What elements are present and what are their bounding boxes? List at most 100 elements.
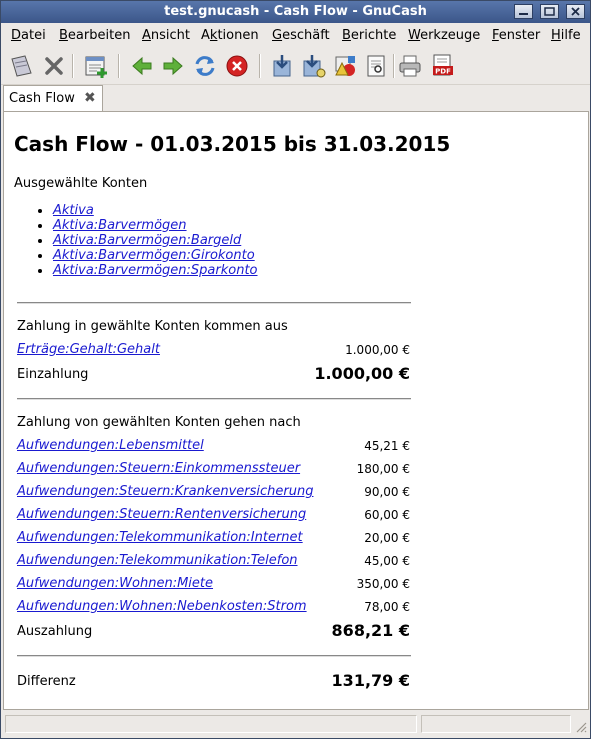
new-account-button[interactable] — [83, 53, 109, 79]
list-bullet — [38, 269, 42, 273]
outflow-amount: 60,00 € — [364, 508, 410, 522]
save-button[interactable] — [9, 53, 35, 79]
inflow-amount: 1.000,00 € — [345, 343, 410, 357]
account-link[interactable]: Aktiva:Barvermögen — [53, 218, 187, 233]
forward-icon — [163, 56, 183, 76]
inflow-heading: Zahlung in gewählte Konten kommen aus — [17, 319, 288, 334]
difference-label: Differenz — [17, 674, 76, 689]
outflow-account-link[interactable]: Aufwendungen:Wohnen:Nebenkosten:Strom — [17, 599, 307, 614]
svg-text:PDF: PDF — [435, 68, 451, 76]
outflow-account-link[interactable]: Aufwendungen:Telekommunikation:Telefon — [17, 553, 298, 568]
minimize-button[interactable] — [514, 4, 533, 19]
title-bar[interactable]: test.gnucash - Cash Flow - GnuCash — [1, 1, 590, 23]
menu-geschaeft[interactable]: Geschäft — [272, 28, 330, 43]
close-report-button[interactable] — [41, 53, 67, 79]
toolbar: PDF — [1, 48, 590, 85]
export-icon — [273, 55, 291, 77]
tab-cash-flow[interactable]: Cash Flow ✖ — [3, 85, 103, 112]
account-link[interactable]: Aktiva:Barvermögen:Bargeld — [53, 233, 241, 248]
maximize-icon — [544, 7, 555, 16]
toolbar-separator — [393, 54, 395, 78]
account-link[interactable]: Aktiva:Barvermögen:Girokonto — [53, 248, 255, 263]
outflow-account-link[interactable]: Aufwendungen:Steuern:Krankenversicherung — [17, 484, 313, 499]
outflow-total: 868,21 € — [331, 621, 410, 640]
tab-label: Cash Flow — [9, 91, 75, 106]
menu-hilfe[interactable]: Hilfe — [551, 28, 581, 43]
window-title: test.gnucash - Cash Flow - GnuCash — [164, 4, 427, 19]
stop-button[interactable] — [224, 53, 250, 79]
outflow-amount: 45,21 € — [364, 439, 410, 453]
print-preview-icon — [367, 55, 385, 77]
chart-options-icon — [335, 56, 355, 76]
account-link[interactable]: Aktiva:Barvermögen:Sparkonto — [53, 263, 258, 278]
divider — [17, 302, 411, 304]
print-icon — [399, 55, 421, 77]
list-bullet — [38, 254, 42, 258]
menu-aktionen[interactable]: Aktionen — [201, 28, 259, 43]
outflow-account-link[interactable]: Aufwendungen:Wohnen:Miete — [17, 576, 213, 591]
menu-fenster[interactable]: Fenster — [492, 28, 540, 43]
print-button[interactable] — [397, 53, 423, 79]
menu-datei[interactable]: Datei — [11, 28, 46, 43]
reload-button[interactable] — [192, 53, 218, 79]
outflow-heading: Zahlung von gewählten Konten gehen nach — [17, 415, 301, 430]
pdf-icon: PDF — [433, 54, 453, 76]
back-icon — [132, 56, 152, 76]
stop-icon — [226, 55, 248, 77]
close-window-button[interactable] — [566, 4, 585, 19]
close-icon — [45, 57, 63, 75]
outflow-account-link[interactable]: Aufwendungen:Steuern:Einkommenssteuer — [17, 461, 300, 476]
style-sheet-button[interactable] — [332, 53, 358, 79]
save-icon — [11, 55, 32, 77]
menu-bar: Datei Bearbeiten Ansicht Aktionen Geschä… — [1, 24, 590, 46]
menu-berichte[interactable]: Berichte — [342, 28, 396, 43]
difference-total: 131,79 € — [331, 671, 410, 690]
maximize-button[interactable] — [540, 4, 559, 19]
forward-button[interactable] — [160, 53, 186, 79]
inflow-total: 1.000,00 € — [314, 364, 410, 383]
print-preview-button[interactable] — [363, 53, 389, 79]
report-options-button[interactable] — [300, 53, 326, 79]
close-icon — [571, 7, 580, 16]
export-button[interactable] — [269, 53, 295, 79]
options-icon — [303, 55, 326, 78]
divider — [17, 655, 411, 657]
outflow-amount: 350,00 € — [356, 577, 410, 591]
minimize-icon — [519, 13, 528, 15]
divider — [17, 398, 411, 400]
outflow-amount: 90,00 € — [364, 485, 410, 499]
list-bullet — [38, 239, 42, 243]
outflow-amount: 20,00 € — [364, 531, 410, 545]
list-bullet — [38, 224, 42, 228]
outflow-amount: 45,00 € — [364, 554, 410, 568]
app-window: test.gnucash - Cash Flow - GnuCash Datei… — [0, 0, 591, 739]
notebook-tabs: Cash Flow ✖ — [1, 85, 590, 112]
status-progress — [421, 715, 571, 733]
menu-werkzeuge[interactable]: Werkzeuge — [408, 28, 480, 43]
toolbar-separator — [72, 54, 74, 78]
outflow-account-link[interactable]: Aufwendungen:Telekommunikation:Internet — [17, 530, 303, 545]
reload-icon — [195, 56, 215, 76]
report-title: Cash Flow - 01.03.2015 bis 31.03.2015 — [14, 132, 451, 156]
outflow-account-link[interactable]: Aufwendungen:Steuern:Rentenversicherung — [17, 507, 306, 522]
inflow-total-label: Einzahlung — [17, 367, 89, 382]
selected-accounts-label: Ausgewählte Konten — [14, 176, 148, 191]
outflow-amount: 78,00 € — [364, 600, 410, 614]
toolbar-separator — [118, 54, 120, 78]
toolbar-separator — [259, 54, 261, 78]
tab-close-icon[interactable]: ✖ — [84, 90, 96, 106]
back-button[interactable] — [129, 53, 155, 79]
menu-bearbeiten[interactable]: Bearbeiten — [59, 28, 130, 43]
menu-ansicht[interactable]: Ansicht — [142, 28, 190, 43]
export-pdf-button[interactable]: PDF — [429, 53, 455, 79]
outflow-amount: 180,00 € — [356, 462, 410, 476]
status-message — [5, 715, 417, 733]
account-link[interactable]: Aktiva — [53, 203, 94, 218]
outflow-account-link[interactable]: Aufwendungen:Lebensmittel — [17, 438, 204, 453]
status-bar — [1, 711, 590, 738]
inflow-account-link[interactable]: Erträge:Gehalt:Gehalt — [17, 342, 160, 357]
list-bullet — [38, 209, 42, 213]
report-view: Cash Flow - 01.03.2015 bis 31.03.2015 Au… — [3, 111, 589, 710]
new-account-icon — [85, 56, 107, 78]
resize-grip-icon[interactable] — [575, 721, 587, 733]
